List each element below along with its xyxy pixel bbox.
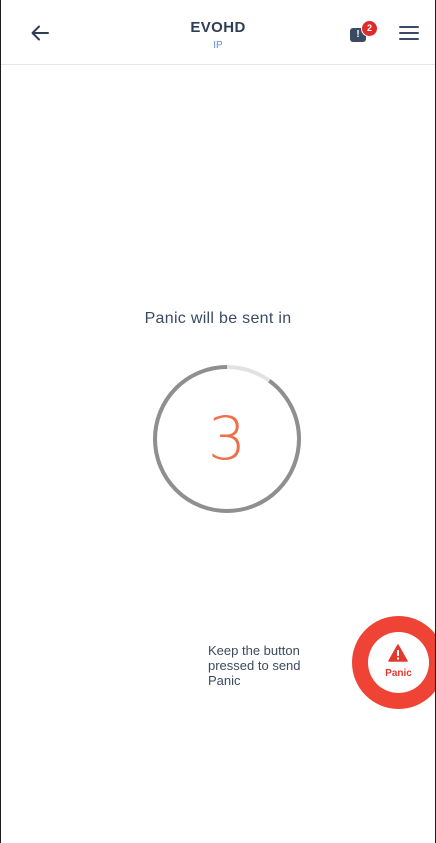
page-title: EVOHD [190, 19, 246, 36]
menu-button[interactable] [397, 22, 421, 44]
warning-triangle-icon [388, 644, 408, 662]
panic-hint-text: Keep the button pressed to send Panic [208, 643, 301, 688]
panic-button[interactable]: Panic [352, 616, 435, 709]
notifications-button[interactable]: ! 2 [347, 18, 379, 46]
app-screen: EVOHD IP ! 2 Panic will be sent in 3 Kee… [0, 0, 436, 843]
header-title-group: EVOHD IP [118, 19, 318, 52]
countdown-number: 3 [207, 404, 247, 474]
notification-count-badge: 2 [361, 20, 378, 37]
header-bar: EVOHD IP ! 2 [1, 0, 435, 65]
hamburger-menu-icon [399, 38, 419, 40]
panic-button-label: Panic [385, 668, 412, 679]
hamburger-menu-icon [399, 32, 419, 34]
arrow-left-icon [31, 25, 49, 41]
countdown-label: Panic will be sent in [144, 310, 292, 327]
back-button[interactable] [23, 16, 57, 50]
hamburger-menu-icon [399, 26, 419, 28]
page-subtitle: IP [213, 40, 223, 51]
panic-button-inner: Panic [368, 632, 429, 693]
